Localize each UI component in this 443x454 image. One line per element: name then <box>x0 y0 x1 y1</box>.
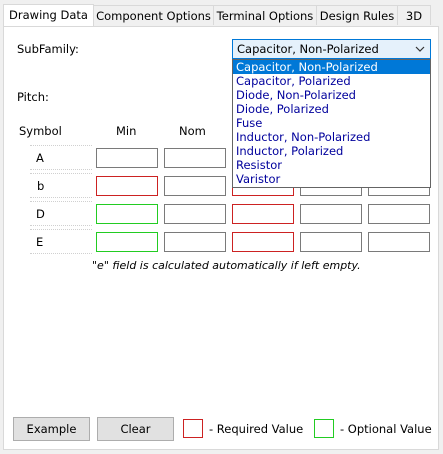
auto-calc-note: "e" field is calculated automatically if… <box>92 259 361 272</box>
table-row <box>30 201 92 226</box>
subfamily-option[interactable]: Resistor <box>233 158 430 172</box>
e-max-input[interactable] <box>232 232 294 252</box>
d-col4-input[interactable] <box>300 204 362 224</box>
table-row <box>30 173 92 198</box>
subfamily-select[interactable]: Capacitor, Non-Polarized <box>232 39 431 59</box>
subfamily-option[interactable]: Inductor, Polarized <box>233 144 430 158</box>
subfamily-option[interactable]: Capacitor, Polarized <box>233 74 430 88</box>
subfamily-dropdown-list: Capacitor, Non-Polarized Capacitor, Pola… <box>232 59 431 188</box>
subfamily-option[interactable]: Diode, Non-Polarized <box>233 88 430 102</box>
optional-legend-label: - Optional Value <box>340 422 432 436</box>
tab-drawing-data[interactable]: Drawing Data <box>3 4 94 26</box>
d-min-input[interactable] <box>96 204 158 224</box>
optional-legend-swatch <box>314 419 334 438</box>
tab-label: Drawing Data <box>9 8 88 22</box>
subfamily-option[interactable]: Inductor, Non-Polarized <box>233 130 430 144</box>
required-legend-swatch <box>183 419 203 438</box>
e-nom-input[interactable] <box>164 232 226 252</box>
e-col4-input[interactable] <box>300 232 362 252</box>
tab-label: 3D <box>405 9 423 23</box>
d-max-input[interactable] <box>232 204 294 224</box>
required-legend-label: - Required Value <box>209 422 304 436</box>
d-nom-input[interactable] <box>164 204 226 224</box>
subfamily-option[interactable]: Diode, Polarized <box>233 102 430 116</box>
subfamily-option[interactable]: Capacitor, Non-Polarized <box>233 60 430 74</box>
clear-button[interactable]: Clear <box>97 417 174 441</box>
tab-label: Design Rules <box>319 9 395 23</box>
min-column-header: Min <box>116 124 137 138</box>
b-min-input[interactable] <box>96 176 158 196</box>
d-col5-input[interactable] <box>368 204 430 224</box>
b-nom-input[interactable] <box>164 176 226 196</box>
subfamily-label: SubFamily: <box>17 42 79 56</box>
symbol-column-header: Symbol <box>19 124 62 138</box>
example-button[interactable]: Example <box>13 417 90 441</box>
subfamily-option[interactable]: Fuse <box>233 116 430 130</box>
table-row <box>30 229 92 254</box>
pitch-label: Pitch: <box>17 90 49 104</box>
tab-component-options[interactable]: Component Options <box>93 5 214 25</box>
e-min-input[interactable] <box>96 232 158 252</box>
tab-terminal-options[interactable]: Terminal Options <box>213 5 317 25</box>
e-col5-input[interactable] <box>368 232 430 252</box>
subfamily-select-value: Capacitor, Non-Polarized <box>237 42 379 56</box>
a-nom-input[interactable] <box>164 148 226 168</box>
a-min-input[interactable] <box>96 148 158 168</box>
nom-column-header: Nom <box>179 124 206 138</box>
subfamily-option[interactable]: Varistor <box>233 172 430 186</box>
chevron-down-icon <box>413 41 427 57</box>
tab-design-rules[interactable]: Design Rules <box>316 5 398 25</box>
tab-label: Terminal Options <box>216 9 314 23</box>
tab-3d[interactable]: 3D <box>397 5 431 25</box>
table-row <box>30 145 92 170</box>
tab-label: Component Options <box>96 9 211 23</box>
